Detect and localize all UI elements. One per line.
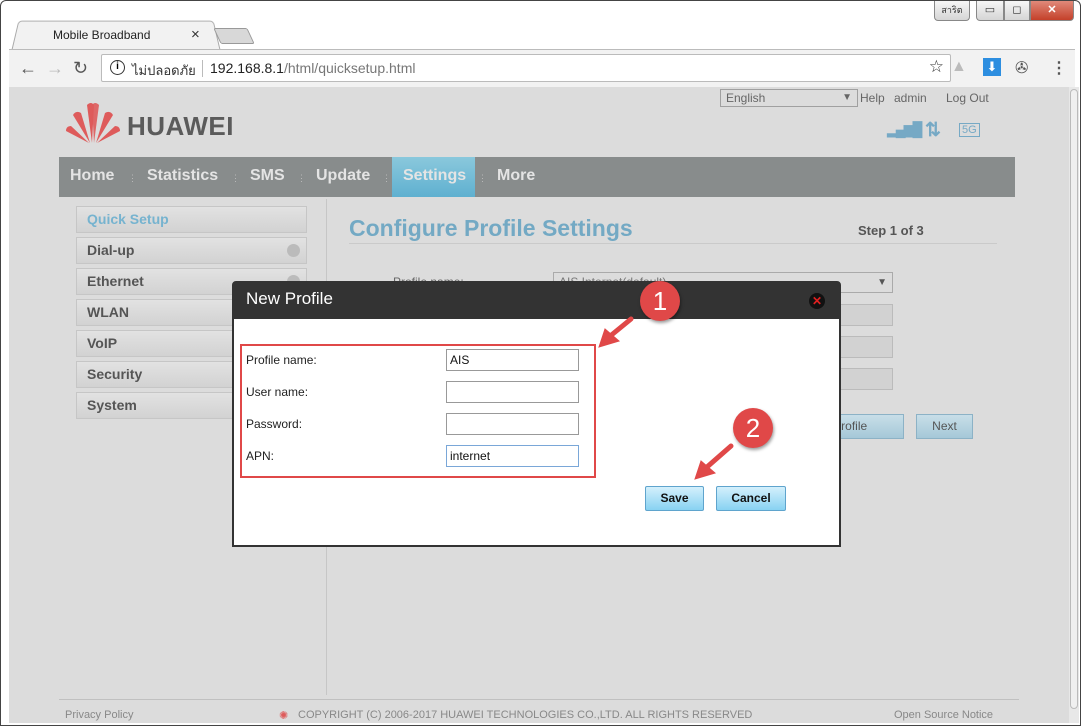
browser-window: Mobile Broadband × สาริต ▭ ◻ ✕ ← → ↻ i ไ…: [0, 0, 1081, 726]
annotation-arrows: [598, 316, 734, 480]
annotation-badge-1: 1: [640, 281, 680, 321]
annotation-badge-2: 2: [733, 408, 773, 448]
arrow-2-icon: [704, 443, 734, 470]
arrow-1-icon: [606, 316, 634, 340]
